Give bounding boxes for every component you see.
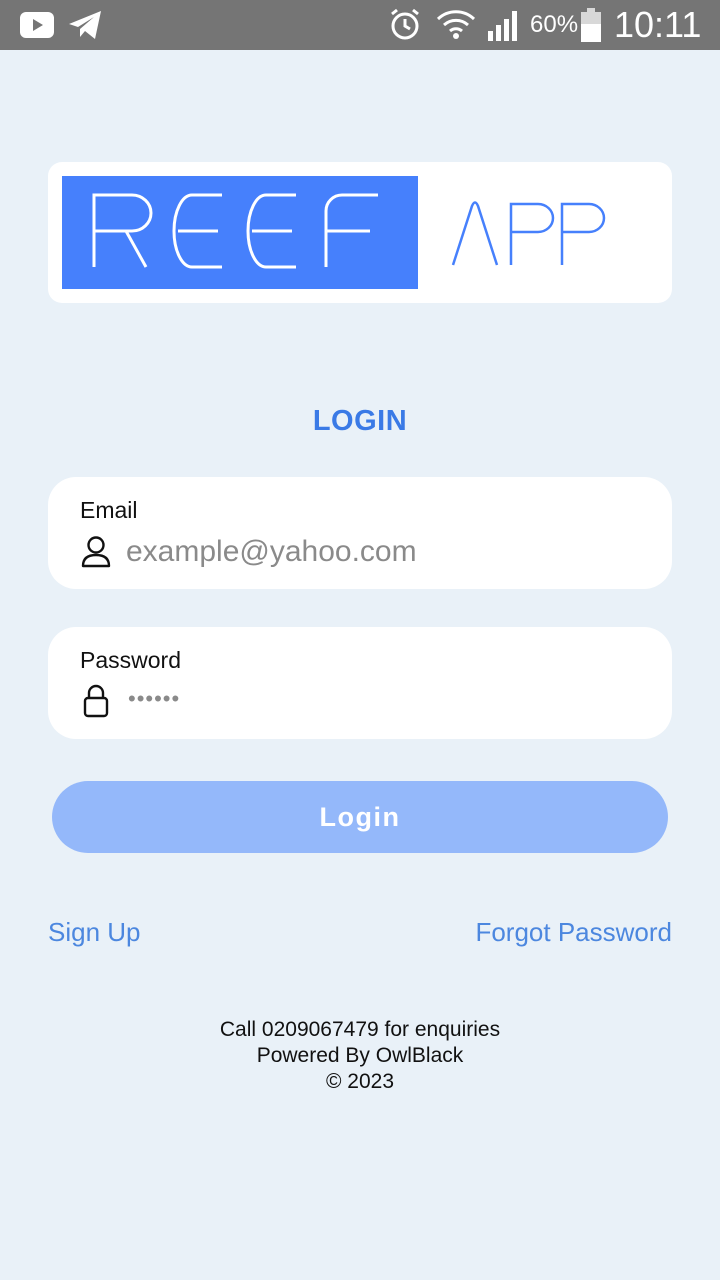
- footer-contact: Call 0209067479 for enquiries: [219, 1018, 501, 1041]
- email-field[interactable]: Email: [48, 477, 672, 589]
- youtube-icon: [20, 0, 54, 50]
- user-icon: [80, 535, 112, 569]
- telegram-icon: [68, 0, 102, 50]
- logo-letter-p-2: [560, 202, 606, 265]
- logo-card: [48, 162, 672, 303]
- page-title: LOGIN: [312, 405, 408, 437]
- email-input[interactable]: [126, 531, 646, 573]
- alarm-icon: [388, 0, 422, 50]
- sign-up-link[interactable]: Sign Up: [48, 912, 141, 952]
- clock: 10:11: [614, 4, 702, 45]
- battery-icon: [580, 0, 602, 50]
- reef-app-logo: [62, 176, 606, 289]
- password-input[interactable]: ••••••: [128, 681, 180, 717]
- logo-letter-p-1: [509, 202, 555, 265]
- status-bar: 60% 10:11: [0, 0, 720, 50]
- password-field[interactable]: Password ••••••: [48, 627, 672, 739]
- password-label: Password: [80, 647, 181, 673]
- battery-percent: 60%: [530, 11, 579, 38]
- logo-letter-a: [451, 201, 499, 266]
- footer-copyright: © 2023: [325, 1070, 395, 1093]
- signal-icon: [486, 0, 522, 50]
- forgot-password-link[interactable]: Forgot Password: [475, 912, 672, 952]
- login-button[interactable]: Login: [52, 781, 668, 853]
- footer-powered-by: Powered By OwlBlack: [256, 1044, 464, 1067]
- email-label: Email: [80, 497, 138, 523]
- wifi-icon: [436, 0, 476, 50]
- lock-icon: [80, 683, 112, 718]
